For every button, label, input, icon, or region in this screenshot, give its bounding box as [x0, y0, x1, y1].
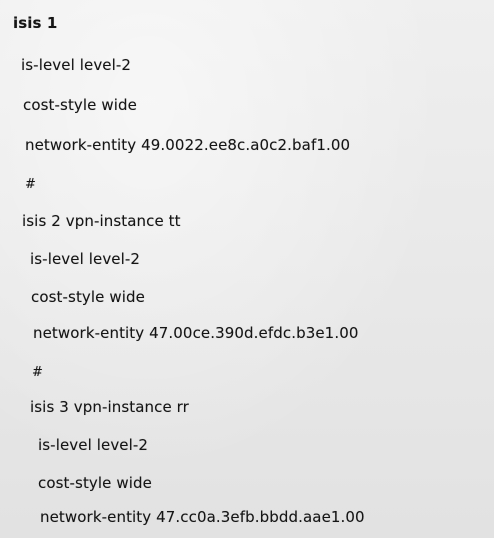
- config-line-isis-2: isis 2 vpn-instance tt: [22, 212, 181, 230]
- config-line-cost-style: cost-style wide: [38, 474, 152, 492]
- config-line-network-entity: network-entity 47.00ce.390d.efdc.b3e1.00: [33, 324, 359, 342]
- config-line-separator: #: [32, 365, 43, 380]
- config-line-network-entity: network-entity 47.cc0a.3efb.bbdd.aae1.00: [40, 508, 365, 526]
- config-line-isis-3: isis 3 vpn-instance rr: [30, 398, 189, 416]
- config-line-is-level: is-level level-2: [38, 436, 149, 454]
- config-screen: isis 1 is-level level-2 cost-style wide …: [0, 0, 494, 538]
- config-line-is-level: is-level level-2: [21, 56, 132, 74]
- config-line-is-level: is-level level-2: [30, 250, 141, 268]
- config-line-network-entity: network-entity 49.0022.ee8c.a0c2.baf1.00: [25, 136, 351, 154]
- config-line-cost-style: cost-style wide: [23, 96, 137, 114]
- config-line-cost-style: cost-style wide: [31, 288, 145, 306]
- config-line-separator: #: [25, 177, 36, 192]
- config-line-isis-1: isis 1: [13, 14, 58, 32]
